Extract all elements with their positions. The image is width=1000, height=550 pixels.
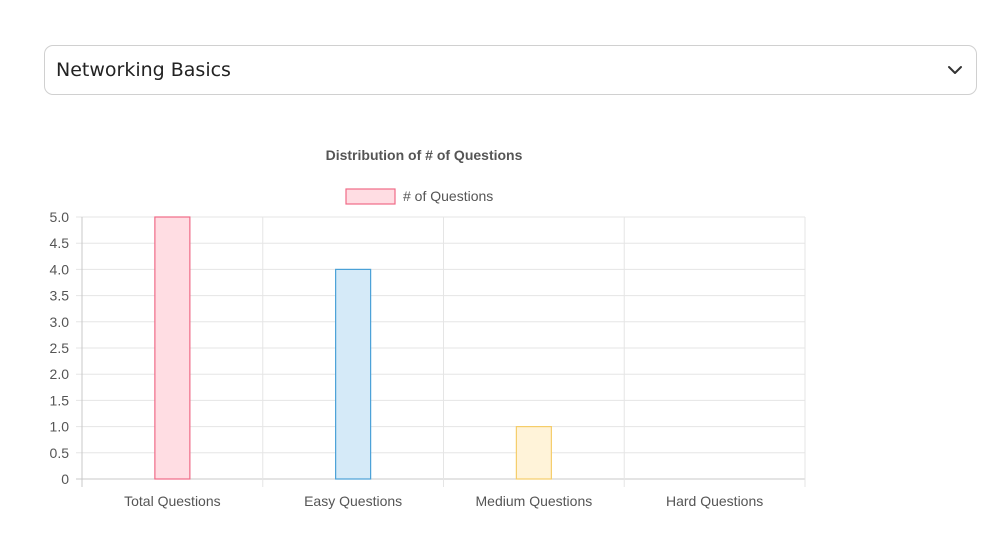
- y-axis-ticks: 0 0.5 1.0 1.5 2.0 2.5 3.0 3.5 4.0 4.5 5.0: [50, 209, 70, 487]
- y-tick-label: 0.5: [50, 445, 70, 461]
- x-tick-label: Total Questions: [124, 493, 221, 509]
- y-tick-label: 5.0: [50, 209, 70, 225]
- y-tick-label: 4.0: [50, 261, 70, 277]
- chart-title: Distribution of # of Questions: [326, 147, 523, 163]
- bar[interactable]: [335, 268, 372, 480]
- legend-swatch: [345, 188, 396, 205]
- chart-legend[interactable]: # of Questions: [345, 188, 493, 205]
- bar-chart: Distribution of # of Questions # of Ques…: [50, 147, 806, 509]
- x-tick-label: Easy Questions: [304, 493, 402, 509]
- y-tick-label: 2.5: [50, 340, 70, 356]
- bar[interactable]: [154, 216, 191, 480]
- y-tick-label: 2.0: [50, 366, 70, 382]
- y-tick-label: 0: [61, 471, 69, 487]
- legend-label: # of Questions: [403, 188, 493, 204]
- y-tick-label: 3.5: [50, 288, 70, 304]
- y-tick-label: 3.0: [50, 314, 70, 330]
- y-tick-label: 1.5: [50, 392, 70, 408]
- y-tick-label: 1.0: [50, 419, 70, 435]
- bar[interactable]: [515, 426, 552, 480]
- x-axis-ticks: Total Questions Easy Questions Medium Ques…: [124, 493, 763, 509]
- x-tick-label: Medium Questions: [476, 493, 593, 509]
- x-tick-label: Hard Questions: [666, 493, 763, 509]
- y-tick-label: 4.5: [50, 235, 70, 251]
